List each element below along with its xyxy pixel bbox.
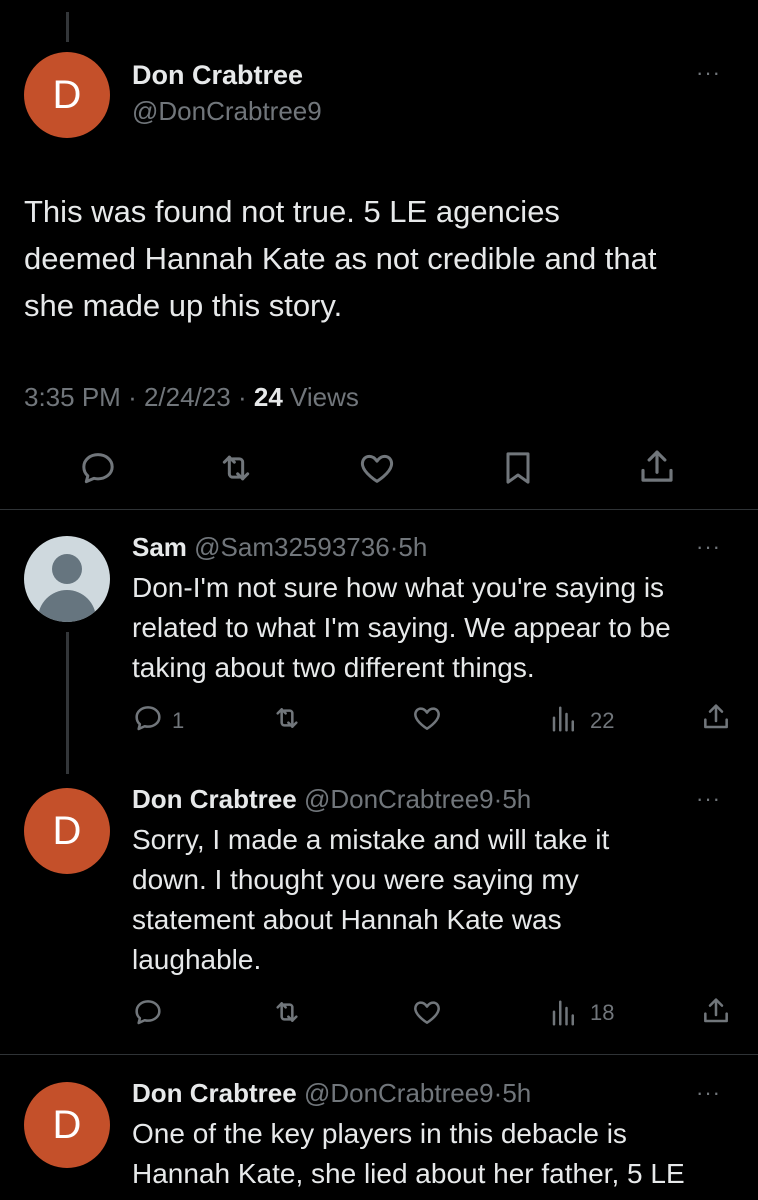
tweet-text: This was found not true. 5 LE agencies d… — [24, 188, 744, 329]
avatar[interactable] — [24, 536, 110, 622]
reply-icon[interactable] — [132, 702, 164, 734]
reply-header: Don Crabtree @DonCrabtree9·5h — [132, 1078, 531, 1109]
tweet-text-line: This was found not true. 5 LE agencies — [24, 194, 560, 229]
reply-text-line: statement about Hannah Kate was — [132, 904, 562, 935]
tweet-text-line: deemed Hannah Kate as not credible and t… — [24, 241, 657, 276]
views-icon[interactable] — [548, 704, 580, 734]
like-icon[interactable] — [356, 448, 398, 488]
reply-icon[interactable] — [132, 996, 164, 1028]
reply-age[interactable]: 5h — [502, 1078, 531, 1108]
divider — [0, 509, 758, 510]
views-label[interactable]: Views — [290, 382, 359, 412]
tweet-date[interactable]: 2/24/23 — [144, 382, 231, 412]
views-icon[interactable] — [548, 998, 580, 1028]
reply-text-line: taking about two different things. — [132, 652, 535, 683]
reply-text: Don-I'm not sure how what you're saying … — [132, 568, 742, 688]
share-icon[interactable] — [700, 994, 732, 1028]
avatar[interactable]: D — [24, 788, 110, 874]
reply-text-line: down. I thought you were saying my — [132, 864, 579, 895]
tweet-meta: 3:35 PM · 2/24/23 · 24 Views — [24, 382, 359, 413]
default-avatar-head — [52, 554, 82, 584]
reply-text-line: Sorry, I made a mistake and will take it — [132, 824, 610, 855]
bookmark-icon[interactable] — [498, 448, 538, 488]
reply-header: Don Crabtree @DonCrabtree9·5h — [132, 784, 531, 815]
more-icon[interactable]: ··· — [696, 1082, 721, 1104]
tweet-time[interactable]: 3:35 PM — [24, 382, 121, 412]
retweet-icon[interactable] — [270, 996, 304, 1028]
views-count: 22 — [590, 708, 615, 733]
author-name[interactable]: Don Crabtree — [132, 60, 303, 91]
author-handle[interactable]: @DonCrabtree9 — [304, 1078, 494, 1108]
like-icon[interactable] — [410, 702, 444, 734]
tweet-text-line: she made up this story. — [24, 288, 343, 323]
author-name[interactable]: Don Crabtree — [132, 784, 297, 814]
more-icon[interactable]: ··· — [696, 62, 721, 84]
like-icon[interactable] — [410, 996, 444, 1028]
more-icon[interactable]: ··· — [696, 788, 721, 810]
meta-separator: · — [128, 382, 137, 412]
reply-text-line: One of the key players in this debacle i… — [132, 1118, 627, 1149]
default-avatar-body — [38, 590, 96, 622]
reply-text-line: laughable. — [132, 944, 262, 975]
meta-separator: · — [237, 382, 247, 412]
reply-icon[interactable] — [78, 448, 118, 488]
avatar-letter: D — [52, 1102, 82, 1147]
reply-age[interactable]: 5h — [502, 784, 531, 814]
views-count: 18 — [590, 1000, 615, 1025]
more-icon[interactable]: ··· — [696, 536, 721, 558]
author-name[interactable]: Don Crabtree — [132, 1078, 297, 1108]
reply-text-line: related to what I'm saying. We appear to… — [132, 612, 671, 643]
thread-line-top — [66, 12, 69, 42]
views-count[interactable]: 24 — [254, 382, 283, 412]
author-handle[interactable]: @DonCrabtree9 — [304, 784, 494, 814]
avatar[interactable]: D — [24, 52, 110, 138]
reply-text-line: Hannah Kate, she lied about her father, … — [132, 1158, 685, 1189]
thread-line — [66, 632, 69, 774]
reply-count: 1 — [172, 708, 185, 733]
author-handle[interactable]: @DonCrabtree9 — [132, 96, 322, 127]
avatar[interactable]: D — [24, 1082, 110, 1168]
avatar-letter: D — [52, 808, 82, 853]
avatar-letter: D — [52, 72, 82, 117]
author-name[interactable]: Sam — [132, 532, 187, 562]
reply-text: Sorry, I made a mistake and will take it… — [132, 820, 742, 980]
retweet-icon[interactable] — [215, 448, 257, 488]
reply-header: Sam @Sam32593736·5h — [132, 532, 427, 563]
retweet-icon[interactable] — [270, 702, 304, 734]
reply-age[interactable]: 5h — [398, 532, 427, 562]
reply-text-line: Don-I'm not sure how what you're saying … — [132, 572, 665, 603]
author-handle[interactable]: @Sam32593736 — [194, 532, 390, 562]
share-icon[interactable] — [700, 700, 732, 734]
share-icon[interactable] — [636, 446, 678, 488]
divider — [0, 1054, 758, 1055]
reply-text: One of the key players in this debacle i… — [132, 1114, 742, 1194]
